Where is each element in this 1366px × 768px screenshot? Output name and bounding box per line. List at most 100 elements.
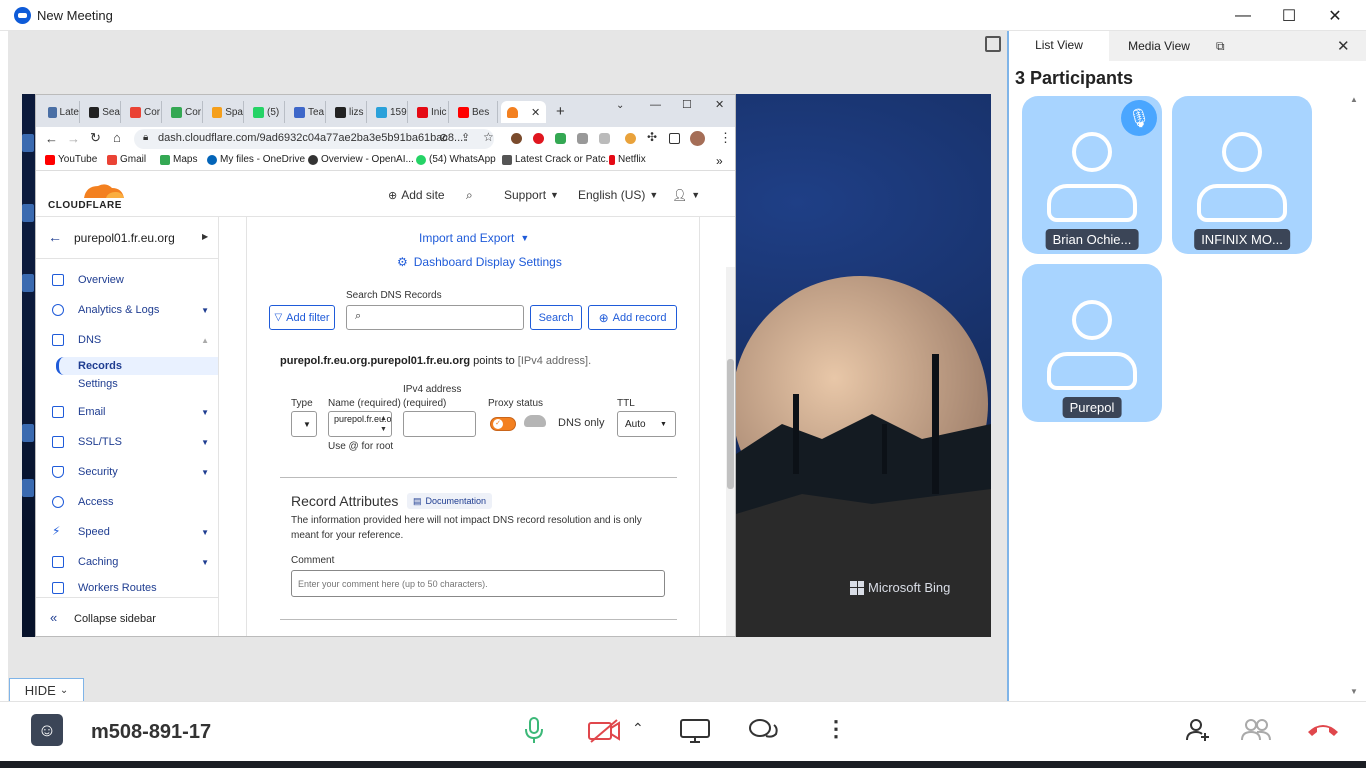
browser-maximize-icon[interactable]: ☐ — [682, 98, 692, 111]
name-stepper-icon[interactable]: ▲ ▼ — [380, 413, 387, 435]
sidebar-subitem-records[interactable]: Records — [56, 357, 218, 375]
participant-tile[interactable]: Purepol — [1022, 264, 1162, 422]
invite-button[interactable] — [1186, 718, 1210, 742]
language-menu[interactable]: English (US) ▼ — [578, 188, 658, 202]
hide-toolbar-button[interactable]: HIDE ⌄ — [9, 678, 84, 702]
browser-tab[interactable]: Spa — [206, 101, 244, 123]
browser-tab-active[interactable]: ✕ — [501, 101, 546, 123]
new-tab-button[interactable]: + — [556, 103, 565, 120]
bookmark-openai[interactable]: Overview - OpenAI... — [308, 154, 414, 165]
meeting-avatar-icon[interactable]: ☺︎ — [31, 714, 63, 746]
scrollbar-thumb[interactable] — [727, 359, 734, 489]
participants-button[interactable] — [1241, 718, 1271, 742]
sidebar-item-security[interactable]: Security ▼ — [36, 457, 219, 487]
maximize-button[interactable]: ☐ — [1266, 0, 1312, 31]
sidebar-item-dns[interactable]: DNS ▲ — [36, 325, 219, 355]
search-button[interactable]: Search — [530, 305, 582, 330]
browser-tab[interactable]: 159 — [370, 101, 408, 123]
tab-media-view[interactable]: Media View — [1119, 31, 1199, 61]
browser-close-icon[interactable]: ✕ — [715, 98, 724, 111]
sidebar-item-speed[interactable]: ⚡︎ Speed ▼ — [36, 517, 219, 547]
cloudflare-logo[interactable]: CLOUDFLARE — [46, 180, 126, 211]
bookmark-maps[interactable]: Maps — [160, 154, 197, 165]
support-menu[interactable]: Support ▼ — [504, 188, 559, 202]
collapse-sidebar-button[interactable]: « Collapse sidebar — [36, 597, 218, 636]
sidebar-subitem-settings[interactable]: Settings — [78, 375, 118, 393]
tab-list-view[interactable]: List View — [1009, 31, 1109, 61]
extension-icon[interactable] — [599, 133, 610, 144]
browser-tab[interactable]: Inic — [411, 101, 449, 123]
close-tab-icon[interactable]: ✕ — [531, 106, 540, 119]
extension-icon[interactable] — [625, 133, 636, 144]
extensions-puzzle-icon[interactable]: ✣ — [647, 130, 657, 144]
share-screen-button[interactable] — [680, 718, 710, 744]
type-select[interactable]: ▼ — [291, 411, 317, 437]
scroll-down-icon[interactable]: ▼ — [1350, 687, 1358, 696]
browser-tab[interactable]: Tea — [288, 101, 326, 123]
more-options-icon[interactable]: ⋮ — [825, 716, 847, 742]
extension-opera-icon[interactable] — [533, 133, 544, 144]
browser-tab[interactable]: Cor — [124, 101, 162, 123]
domain-selector[interactable]: ← purepol01.fr.eu.org ▶ — [36, 217, 218, 259]
sidebar-item-workers[interactable]: Workers Routes — [36, 577, 219, 599]
popout-icon[interactable]: ⧉ — [1216, 39, 1225, 54]
browser-tab[interactable]: Bes — [452, 101, 498, 123]
microphone-button[interactable] — [524, 717, 544, 745]
browser-tab[interactable]: Sea — [83, 101, 121, 123]
back-arrow-icon[interactable]: ← — [48, 229, 62, 245]
close-panel-icon[interactable]: ✕ — [1337, 37, 1350, 55]
extension-shield-icon[interactable] — [555, 133, 566, 144]
sidepanel-icon[interactable] — [669, 133, 680, 144]
add-site-button[interactable]: ⊕ Add site — [388, 188, 445, 202]
hang-up-button[interactable] — [1306, 720, 1340, 740]
chevron-up-icon[interactable]: ⌃ — [632, 720, 644, 737]
documentation-link[interactable]: ▤ Documentation — [407, 493, 493, 509]
forward-icon[interactable]: → — [67, 131, 80, 146]
sidebar-item-email[interactable]: Email ▼ — [36, 397, 219, 427]
bookmarks-more-button[interactable]: » — [716, 154, 723, 168]
proxy-toggle[interactable]: ✓ — [490, 417, 516, 431]
comment-input[interactable] — [291, 570, 665, 597]
cf-search-icon[interactable]: ⌕ — [466, 188, 473, 203]
add-filter-button[interactable]: ▽ Add filter — [269, 305, 335, 330]
extension-icon[interactable] — [577, 133, 588, 144]
sidebar-item-overview[interactable]: Overview — [36, 265, 219, 295]
sidebar-item-access[interactable]: Access — [36, 487, 219, 517]
ttl-select[interactable]: Auto ▼ — [617, 411, 676, 437]
bookmark-gmail[interactable]: Gmail — [107, 154, 146, 165]
camera-button[interactable] — [587, 718, 621, 744]
search-dns-input[interactable]: ⌕ — [346, 305, 524, 330]
bookmark-youtube[interactable]: YouTube — [45, 154, 97, 165]
eye-off-icon[interactable]: ⊘ — [439, 131, 448, 144]
browser-tab[interactable]: Late — [42, 101, 80, 123]
ipv4-input[interactable] — [403, 411, 476, 437]
scroll-up-icon[interactable]: ▲ — [1350, 95, 1358, 104]
reload-icon[interactable]: ↻ — [90, 130, 101, 146]
browser-minimize-icon[interactable]: — — [650, 99, 661, 111]
bookmark-crack[interactable]: Latest Crack or Patc... — [502, 154, 614, 165]
bookmark-star-icon[interactable]: ☆ — [483, 130, 494, 144]
sidebar-item-caching[interactable]: Caching ▼ — [36, 547, 219, 577]
add-record-button[interactable]: ⊕ Add record — [588, 305, 677, 330]
close-window-button[interactable]: ✕ — [1312, 0, 1358, 31]
browser-tab[interactable]: lizs — [329, 101, 367, 123]
tab-search-icon[interactable]: ⌄ — [616, 100, 624, 111]
participant-tile[interactable]: 🎙︎ Brian Ochie... — [1022, 96, 1162, 254]
browser-menu-icon[interactable]: ⋮ — [719, 130, 732, 146]
profile-avatar[interactable] — [690, 131, 705, 146]
bookmark-netflix[interactable]: Netflix — [609, 154, 646, 165]
chat-button[interactable] — [748, 718, 778, 744]
share-icon[interactable]: ⇪ — [461, 131, 470, 144]
import-export-link[interactable]: Import and Export ▼ — [419, 231, 529, 245]
minimize-button[interactable]: — — [1220, 0, 1266, 31]
participant-tile[interactable]: INFINIX MO... — [1172, 96, 1312, 254]
extension-cookie-icon[interactable] — [511, 133, 522, 144]
bookmark-whatsapp[interactable]: (54) WhatsApp — [416, 154, 496, 165]
page-scrollbar[interactable] — [726, 267, 735, 636]
account-menu[interactable]: 👤︎ ▼ — [672, 188, 700, 202]
browser-tab[interactable]: (5) — [247, 101, 285, 123]
home-icon[interactable]: ⌂ — [113, 130, 121, 145]
sidebar-item-analytics[interactable]: Analytics & Logs ▼ — [36, 295, 219, 325]
browser-tab[interactable]: Cor — [165, 101, 203, 123]
back-icon[interactable]: ← — [45, 131, 58, 146]
